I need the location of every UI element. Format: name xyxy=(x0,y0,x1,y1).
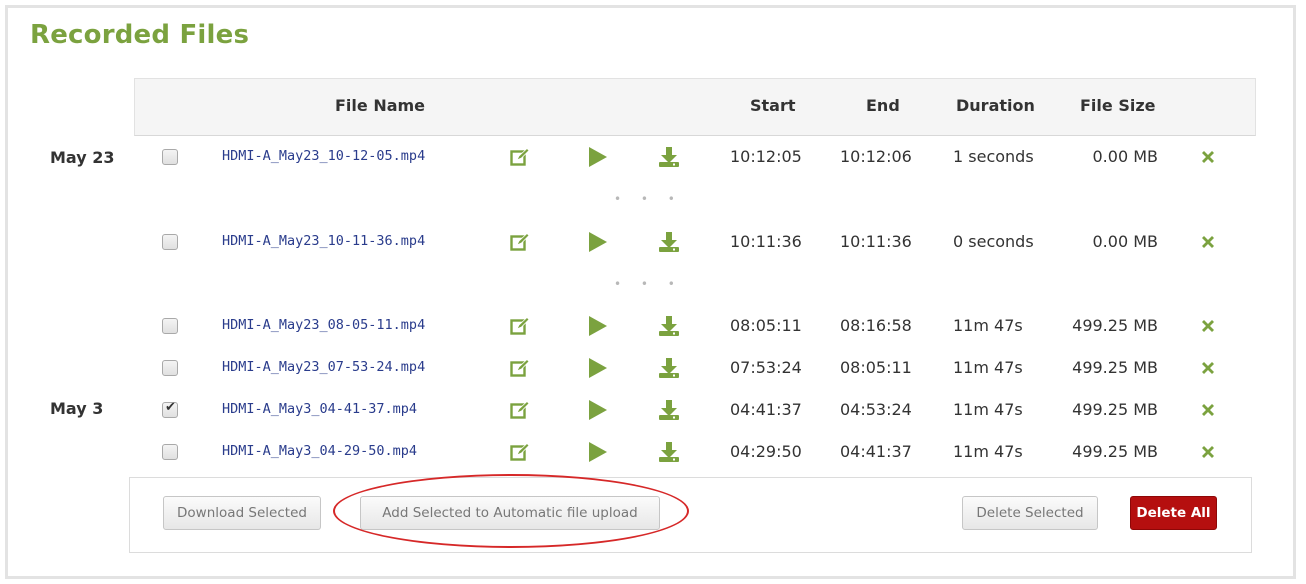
download-icon[interactable] xyxy=(658,399,680,425)
date-label: May 3 xyxy=(50,399,104,418)
end-time: 04:53:24 xyxy=(840,400,912,419)
duration: 1 seconds xyxy=(953,147,1034,166)
start-time: 08:05:11 xyxy=(730,316,802,335)
play-icon[interactable] xyxy=(588,399,608,425)
header-end: End xyxy=(866,96,900,115)
download-icon[interactable] xyxy=(658,315,680,341)
page-title: Recorded Files xyxy=(30,20,250,50)
end-time: 08:05:11 xyxy=(840,358,912,377)
file-size: 499.25 MB xyxy=(1072,316,1158,335)
edit-icon[interactable] xyxy=(510,147,530,171)
play-icon[interactable] xyxy=(588,231,608,257)
edit-icon[interactable] xyxy=(510,316,530,340)
delete-x-icon[interactable] xyxy=(1200,149,1216,169)
header-file-size: File Size xyxy=(1080,96,1156,115)
duration: 11m 47s xyxy=(953,442,1023,461)
duration: 11m 47s xyxy=(953,358,1023,377)
file-size: 0.00 MB xyxy=(1092,232,1159,251)
edit-icon[interactable] xyxy=(510,358,530,382)
delete-all-button[interactable]: Delete All xyxy=(1130,496,1217,530)
download-icon[interactable] xyxy=(658,146,680,172)
file-name-link[interactable]: HDMI-A_May3_04-29-50.mp4 xyxy=(222,443,417,459)
download-icon[interactable] xyxy=(658,357,680,383)
end-time: 10:11:36 xyxy=(840,232,912,251)
row-ellipsis: • • • xyxy=(614,192,683,206)
start-time: 07:53:24 xyxy=(730,358,802,377)
file-size: 0.00 MB xyxy=(1092,147,1159,166)
duration: 0 seconds xyxy=(953,232,1034,251)
file-name-link[interactable]: HDMI-A_May3_04-41-37.mp4 xyxy=(222,401,417,417)
file-size: 499.25 MB xyxy=(1072,442,1158,461)
row-checkbox[interactable] xyxy=(162,318,178,334)
highlight-annotation xyxy=(333,474,689,548)
start-time: 10:11:36 xyxy=(730,232,802,251)
delete-x-icon[interactable] xyxy=(1200,402,1216,422)
row-ellipsis: • • • xyxy=(614,277,683,291)
file-name-link[interactable]: HDMI-A_May23_10-11-36.mp4 xyxy=(222,233,425,249)
row-checkbox[interactable] xyxy=(162,400,178,418)
download-icon[interactable] xyxy=(658,441,680,467)
duration: 11m 47s xyxy=(953,316,1023,335)
edit-icon[interactable] xyxy=(510,400,530,424)
delete-x-icon[interactable] xyxy=(1200,234,1216,254)
start-time: 04:41:37 xyxy=(730,400,802,419)
start-time: 04:29:50 xyxy=(730,442,802,461)
play-icon[interactable] xyxy=(588,146,608,172)
play-icon[interactable] xyxy=(588,441,608,467)
file-name-link[interactable]: HDMI-A_May23_10-12-05.mp4 xyxy=(222,148,425,164)
row-checkbox[interactable] xyxy=(162,444,178,460)
row-checkbox[interactable] xyxy=(162,234,178,250)
header-file-name: File Name xyxy=(335,96,426,115)
duration: 11m 47s xyxy=(953,400,1023,419)
download-selected-button[interactable]: Download Selected xyxy=(163,496,321,530)
date-label: May 23 xyxy=(50,148,115,167)
end-time: 04:41:37 xyxy=(840,442,912,461)
delete-x-icon[interactable] xyxy=(1200,318,1216,338)
file-name-link[interactable]: HDMI-A_May23_08-05-11.mp4 xyxy=(222,317,425,333)
delete-x-icon[interactable] xyxy=(1200,444,1216,464)
row-checkbox[interactable] xyxy=(162,360,178,376)
file-size: 499.25 MB xyxy=(1072,358,1158,377)
header-start: Start xyxy=(750,96,796,115)
delete-x-icon[interactable] xyxy=(1200,360,1216,380)
file-name-link[interactable]: HDMI-A_May23_07-53-24.mp4 xyxy=(222,359,425,375)
end-time: 08:16:58 xyxy=(840,316,912,335)
play-icon[interactable] xyxy=(588,357,608,383)
delete-selected-button[interactable]: Delete Selected xyxy=(962,496,1098,530)
header-duration: Duration xyxy=(956,96,1035,115)
end-time: 10:12:06 xyxy=(840,147,912,166)
play-icon[interactable] xyxy=(588,315,608,341)
edit-icon[interactable] xyxy=(510,442,530,466)
row-checkbox[interactable] xyxy=(162,149,178,165)
download-icon[interactable] xyxy=(658,231,680,257)
file-size: 499.25 MB xyxy=(1072,400,1158,419)
edit-icon[interactable] xyxy=(510,232,530,256)
start-time: 10:12:05 xyxy=(730,147,802,166)
